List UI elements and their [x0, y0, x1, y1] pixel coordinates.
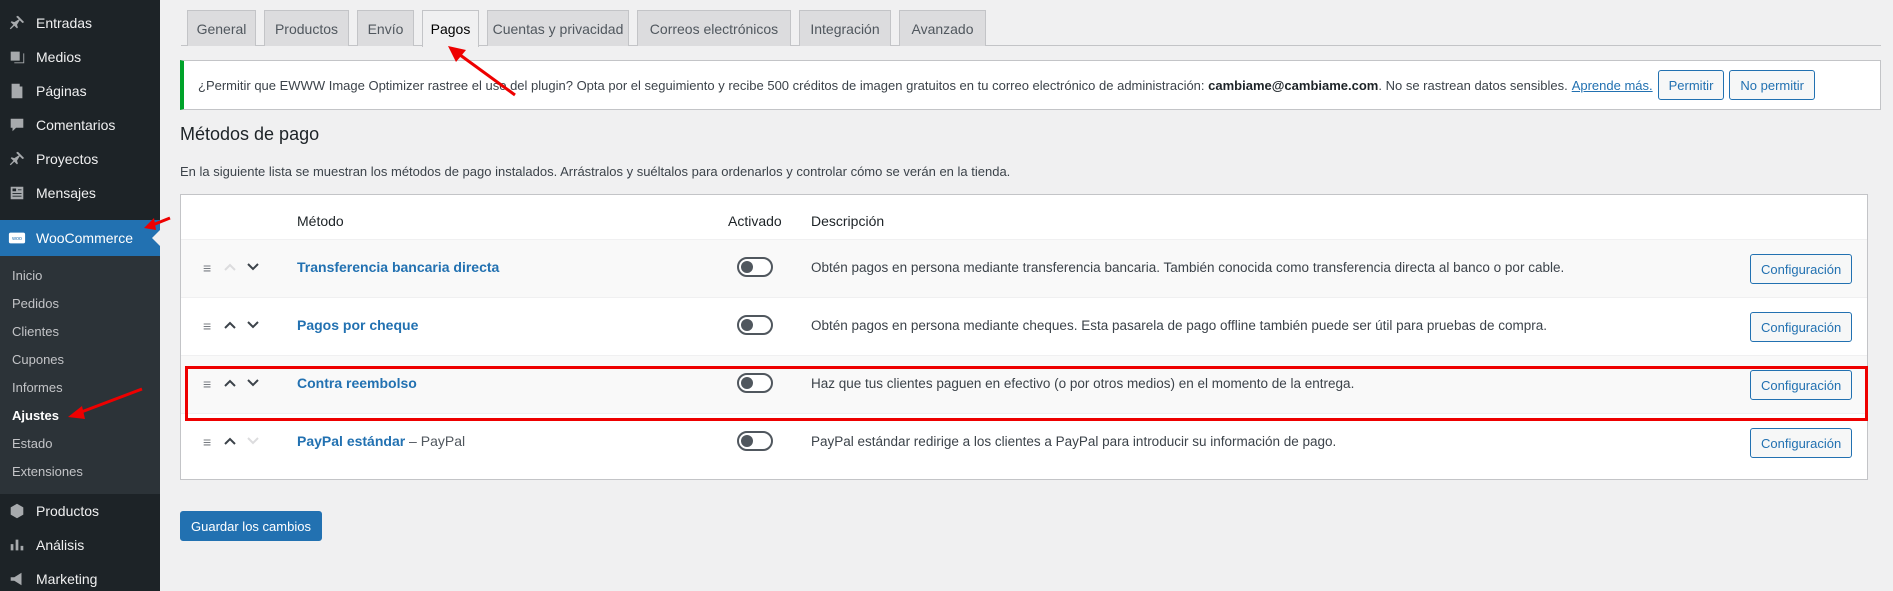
move-up-icon[interactable] — [221, 316, 239, 334]
submenu-cupones[interactable]: Cupones — [12, 350, 64, 370]
submenu-pedidos[interactable]: Pedidos — [12, 294, 59, 314]
nav-label: Medios — [36, 49, 82, 65]
table-row: ≡ Pagos por cheque Obtén pagos en person… — [181, 297, 1867, 355]
pin-icon — [7, 13, 27, 33]
header-description: Descripción — [811, 213, 885, 229]
move-up-icon — [221, 258, 239, 276]
submenu-inicio[interactable]: Inicio — [12, 266, 42, 286]
drag-handle-icon[interactable]: ≡ — [203, 434, 211, 450]
drag-handle-icon[interactable]: ≡ — [203, 260, 211, 276]
move-down-icon[interactable] — [244, 258, 262, 276]
submenu-clientes[interactable]: Clientes — [12, 322, 59, 342]
megaphone-icon — [7, 569, 27, 589]
settings-tabs: General Productos Envío Pagos Cuentas y … — [181, 0, 1881, 47]
toggle-knob — [741, 435, 753, 447]
submenu-extensiones[interactable]: Extensiones — [12, 462, 83, 482]
nav-item-marketing[interactable]: Marketing — [0, 562, 160, 591]
notice-tail: . No se rastrean datos sensibles. — [1378, 77, 1568, 93]
comment-icon — [7, 115, 27, 135]
method-name[interactable]: PayPal estándar – PayPal — [297, 433, 465, 449]
pin-icon — [7, 149, 27, 169]
nav-item-comentarios[interactable]: Comentarios — [0, 108, 160, 142]
toggle-knob — [741, 261, 753, 273]
header-enabled: Activado — [728, 213, 782, 229]
nav-item-productos[interactable]: Productos — [0, 494, 160, 528]
configure-button[interactable]: Configuración — [1750, 254, 1853, 284]
tab-avanzado[interactable]: Avanzado — [899, 10, 986, 46]
toggle-knob — [741, 319, 753, 331]
nav-label: Entradas — [36, 15, 93, 31]
method-name-text: PayPal estándar — [297, 433, 406, 449]
tab-productos[interactable]: Productos — [264, 10, 349, 46]
admin-sidebar: Entradas Medios Páginas Comentarios Proy… — [0, 0, 161, 591]
svg-text:woo: woo — [11, 236, 22, 242]
nav-label: Mensajes — [36, 185, 96, 201]
method-name[interactable]: Pagos por cheque — [297, 317, 418, 333]
configure-button[interactable]: Configuración — [1750, 428, 1853, 458]
method-provider: – PayPal — [405, 433, 466, 449]
nav-label: Productos — [36, 503, 100, 519]
allow-button[interactable]: Permitir — [1657, 70, 1725, 100]
deny-button[interactable]: No permitir — [1729, 70, 1815, 100]
submenu-estado[interactable]: Estado — [12, 434, 52, 454]
payment-methods-table: Método Activado Descripción ≡ Transferen… — [180, 194, 1868, 480]
table-row: ≡ PayPal estándar – PayPal PayPal estánd… — [181, 413, 1867, 471]
learn-more-link[interactable]: Aprende más. — [1572, 78, 1653, 93]
nav-label: Páginas — [36, 83, 87, 99]
nav-label: Comentarios — [36, 117, 116, 133]
notice-text: ¿Permitir que EWWW Image Optimizer rastr… — [198, 77, 1205, 93]
section-description: En la siguiente lista se muestran los mé… — [180, 164, 1011, 179]
nav-item-medios[interactable]: Medios — [0, 40, 160, 74]
table-row: ≡ Transferencia bancaria directa Obtén p… — [181, 239, 1867, 297]
nav-label: WooCommerce — [36, 230, 133, 246]
save-button[interactable]: Guardar los cambios — [180, 511, 322, 541]
nav-label: Análisis — [36, 537, 85, 553]
nav-item-paginas[interactable]: Páginas — [0, 74, 160, 108]
chart-icon — [7, 535, 27, 555]
tab-cuentas-privacidad[interactable]: Cuentas y privacidad — [487, 10, 629, 46]
woocommerce-submenu: Inicio Pedidos Clientes Cupones Informes… — [0, 256, 160, 494]
tab-correos[interactable]: Correos electrónicos — [637, 10, 791, 46]
method-description: PayPal estándar redirige a los clientes … — [811, 434, 1337, 449]
nav-item-mensajes[interactable]: Mensajes — [0, 176, 160, 210]
submenu-informes[interactable]: Informes — [12, 378, 63, 398]
enable-toggle[interactable] — [737, 315, 773, 335]
nav-label: Marketing — [36, 571, 98, 587]
tab-pagos[interactable]: Pagos — [422, 10, 479, 47]
tab-integracion[interactable]: Integración — [799, 10, 891, 46]
tracking-notice: ¿Permitir que EWWW Image Optimizer rastr… — [180, 60, 1881, 110]
media-icon — [7, 47, 27, 67]
drag-handle-icon[interactable]: ≡ — [203, 318, 211, 334]
move-down-icon — [244, 432, 262, 450]
tab-general[interactable]: General — [187, 10, 256, 46]
nav-item-analisis[interactable]: Análisis — [0, 528, 160, 562]
box-icon — [7, 501, 27, 521]
move-up-icon[interactable] — [221, 432, 239, 450]
woo-icon: woo — [7, 228, 27, 248]
page-title: Métodos de pago — [180, 124, 320, 144]
current-menu-pointer — [152, 229, 161, 247]
highlight-box — [185, 366, 1868, 421]
nav-item-woocommerce[interactable]: woo WooCommerce — [0, 220, 161, 256]
enable-toggle[interactable] — [737, 257, 773, 277]
nav-item-proyectos[interactable]: Proyectos — [0, 142, 160, 176]
configure-button[interactable]: Configuración — [1750, 312, 1853, 342]
messages-icon — [7, 183, 27, 203]
method-description: Obtén pagos en persona mediante cheques.… — [811, 318, 1547, 333]
pages-icon — [7, 81, 27, 101]
nav-label: Proyectos — [36, 151, 99, 167]
submenu-ajustes[interactable]: Ajustes — [12, 406, 59, 426]
notice-email: cambiame@cambiame.com — [1208, 77, 1379, 93]
tab-envio[interactable]: Envío — [357, 10, 414, 46]
move-down-icon[interactable] — [244, 316, 262, 334]
method-name[interactable]: Transferencia bancaria directa — [297, 259, 499, 275]
enable-toggle[interactable] — [737, 431, 773, 451]
method-description: Obtén pagos en persona mediante transfer… — [811, 260, 1565, 275]
header-method: Método — [297, 213, 344, 229]
nav-item-entradas[interactable]: Entradas — [0, 6, 160, 40]
